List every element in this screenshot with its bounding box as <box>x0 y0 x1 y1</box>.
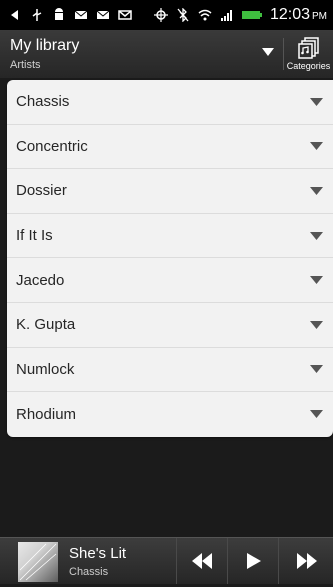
artist-name: Rhodium <box>16 405 77 423</box>
list-item[interactable]: Concentric <box>7 125 333 170</box>
list-item[interactable]: Rhodium <box>7 392 333 437</box>
page-title: My library <box>10 37 80 54</box>
page-subtitle: Artists <box>10 59 41 71</box>
artist-name: If It Is <box>16 227 53 245</box>
expand-arrow-icon[interactable] <box>310 320 323 329</box>
android-icon <box>52 8 66 22</box>
artist-name: Jacedo <box>16 271 65 289</box>
play-button[interactable] <box>227 538 278 584</box>
status-right-icons: 12:03 PM <box>153 6 327 24</box>
expand-arrow-icon[interactable] <box>310 142 323 151</box>
mail-icon <box>96 8 110 22</box>
fast-forward-button[interactable] <box>278 538 333 584</box>
categories-button[interactable]: Categories <box>284 30 333 78</box>
categories-icon <box>297 37 319 59</box>
list-item[interactable]: Jacedo <box>7 258 333 303</box>
expand-arrow-icon[interactable] <box>310 276 323 285</box>
rewind-button[interactable] <box>176 538 227 584</box>
artist-name: Concentric <box>16 137 88 155</box>
artist-name: Dossier <box>16 182 67 200</box>
categories-label: Categories <box>286 61 331 71</box>
now-playing-artist: Chassis <box>69 566 109 578</box>
expand-arrow-icon[interactable] <box>310 410 323 419</box>
play-icon <box>247 553 261 569</box>
artist-list: Chassis Concentric Dossier If It Is Jacedo K.… <box>7 80 333 437</box>
list-item[interactable]: If It Is <box>7 214 333 259</box>
list-item[interactable]: Chassis <box>7 80 333 125</box>
back-icon <box>8 8 22 22</box>
status-bar: 12:03 PM <box>0 0 333 30</box>
now-playing-title[interactable]: She's Lit <box>69 545 126 562</box>
status-time: 12:03 PM <box>269 6 327 23</box>
mail-icon <box>74 8 88 22</box>
status-ampm: PM <box>312 11 327 22</box>
usb-icon <box>30 8 44 22</box>
artist-name: Numlock <box>16 360 75 378</box>
rewind-icon <box>192 553 212 569</box>
list-item[interactable]: K. Gupta <box>7 303 333 348</box>
list-item[interactable]: Dossier <box>7 169 333 214</box>
gmail-icon <box>118 8 132 22</box>
gps-icon <box>153 8 168 22</box>
signal-icon <box>220 8 234 22</box>
mini-player: She's Lit Chassis <box>0 537 333 584</box>
expand-arrow-icon[interactable] <box>310 186 323 195</box>
expand-arrow-icon[interactable] <box>310 231 323 240</box>
artist-name: Chassis <box>16 93 70 111</box>
dropdown-arrow-icon[interactable] <box>262 48 274 56</box>
battery-icon <box>241 8 262 22</box>
wifi-icon <box>198 8 212 22</box>
expand-arrow-icon[interactable] <box>310 365 323 374</box>
fast-forward-icon <box>296 553 317 569</box>
artist-name: K. Gupta <box>16 316 76 334</box>
library-header: My library Artists Categories <box>0 30 333 78</box>
list-item[interactable]: Numlock <box>7 348 333 393</box>
expand-arrow-icon[interactable] <box>310 97 323 106</box>
album-art[interactable] <box>18 542 58 582</box>
status-left-icons <box>8 8 132 22</box>
bluetooth-off-icon <box>176 8 190 22</box>
